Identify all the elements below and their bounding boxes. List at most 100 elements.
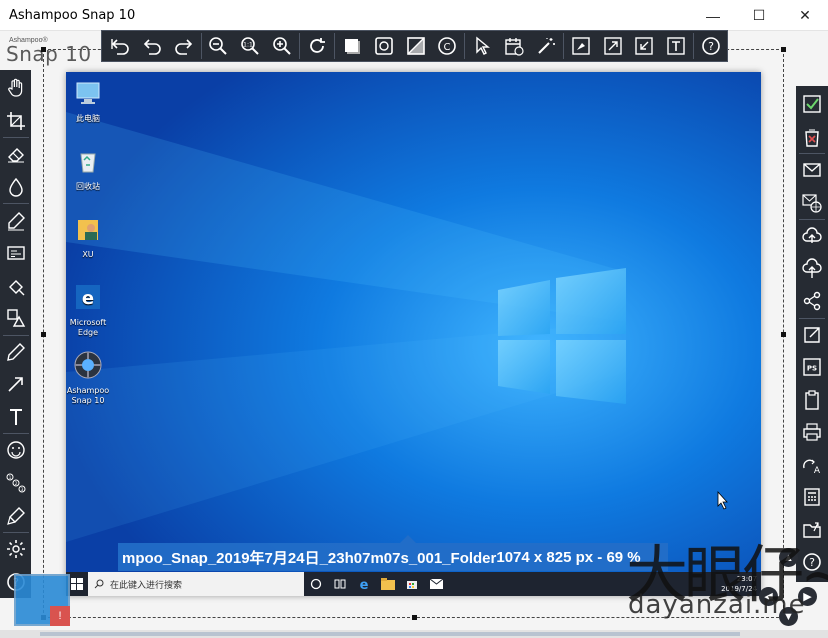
cortana-icon	[310, 578, 322, 590]
svg-text:PS: PS	[807, 365, 817, 373]
email-icon	[803, 163, 821, 177]
zoom-out-button[interactable]	[203, 31, 235, 61]
print-button[interactable]	[796, 416, 828, 449]
resize-handle-b[interactable]	[412, 615, 417, 620]
zoom-out-icon	[209, 37, 228, 55]
shadow-icon	[344, 39, 360, 54]
settings-button[interactable]	[0, 533, 31, 566]
calculator-icon	[804, 488, 820, 506]
crop-edge-button[interactable]	[400, 31, 432, 61]
cloud-upload-button[interactable]	[796, 220, 828, 253]
email-button[interactable]	[796, 154, 828, 187]
toolbar-separator	[333, 33, 335, 59]
crop-edge-icon	[406, 37, 425, 55]
zoom-actual-button[interactable]: 1:1	[234, 31, 266, 61]
taskbar-edge[interactable]: e	[352, 572, 376, 596]
desktop-icon-label: 回收站	[76, 182, 100, 191]
desktop-icon-recycle-bin[interactable]: 回收站	[66, 146, 112, 192]
desktop-icon-label: 此电脑	[76, 114, 100, 123]
toolbar-separator	[562, 33, 564, 59]
redo-button[interactable]	[168, 31, 200, 61]
delete-icon	[805, 129, 819, 147]
hand-tool-button[interactable]	[0, 72, 31, 105]
taskbar-explorer[interactable]	[376, 572, 400, 596]
rotate-button[interactable]	[301, 31, 333, 61]
taskbar-store[interactable]	[400, 572, 424, 596]
cloud-share-button[interactable]	[796, 253, 828, 286]
email-web-button[interactable]	[796, 187, 828, 220]
desktop-icon-edge[interactable]: e Microsoft Edge	[66, 282, 112, 338]
share-icon	[803, 292, 821, 311]
calculator-button[interactable]	[796, 481, 828, 514]
minimize-button[interactable]: —	[690, 0, 736, 31]
resize-handle-tr[interactable]	[781, 47, 786, 52]
watermark-button[interactable]: C	[431, 31, 463, 61]
highlight-region-button[interactable]	[565, 31, 597, 61]
shapes-tool-button[interactable]	[0, 302, 31, 335]
textbox-tool-button[interactable]	[0, 237, 31, 270]
desktop-icon-snap[interactable]: Ashampoo Snap 10	[66, 350, 112, 406]
save-check-icon	[803, 95, 821, 113]
border-button[interactable]	[368, 31, 400, 61]
eraser-tool-button[interactable]	[0, 138, 31, 171]
undo-button[interactable]	[136, 31, 168, 61]
ocr-button[interactable]: A	[796, 449, 828, 482]
numbering-tool-button[interactable]: 123	[0, 467, 31, 500]
taskbar-search-box[interactable]: 在此键入进行搜索	[88, 572, 304, 596]
toolbar-separator	[464, 33, 466, 59]
shrink-button[interactable]	[629, 31, 661, 61]
task-view-button-2[interactable]	[328, 572, 352, 596]
magic-wand-icon	[538, 38, 555, 54]
rotate-icon	[310, 38, 325, 53]
cloud-upload-icon	[802, 227, 822, 244]
resize-icon	[603, 37, 622, 55]
resize-handle-r[interactable]	[781, 332, 786, 337]
task-view-button[interactable]	[304, 572, 328, 596]
stamp-tool-button[interactable]	[0, 499, 31, 532]
export-icon	[804, 327, 820, 343]
save-button[interactable]	[796, 88, 828, 121]
top-toolbar: 1:1 C ?	[101, 30, 728, 62]
arrow-tool-button[interactable]	[0, 368, 31, 401]
zoom-in-button[interactable]	[266, 31, 298, 61]
screenshot-canvas[interactable]: 此电脑 回收站 XU e Microsoft Edge Ashampoo Sna…	[66, 72, 761, 596]
magic-wand-button[interactable]	[530, 31, 562, 61]
share-button[interactable]	[796, 285, 828, 318]
highlighter-tool-button[interactable]	[0, 204, 31, 237]
resize-handle-tl[interactable]	[41, 47, 46, 52]
toolbar-separator	[299, 33, 301, 59]
desktop-icon-this-pc[interactable]: 此电脑	[66, 78, 112, 124]
delete-button[interactable]	[796, 121, 828, 154]
text-tool-button[interactable]	[0, 401, 31, 434]
undo-all-button[interactable]	[104, 31, 136, 61]
emoji-tool-button[interactable]	[0, 434, 31, 467]
pencil-tool-button[interactable]	[0, 336, 31, 369]
timestamp-icon	[505, 38, 524, 56]
maximize-button[interactable]: ☐	[736, 0, 782, 31]
photoshop-button[interactable]: PS	[796, 351, 828, 384]
window-title: Ashampoo Snap 10	[9, 8, 136, 23]
close-button[interactable]: ✕	[782, 0, 828, 31]
help-icon: ?	[702, 37, 720, 55]
taskbar-mail[interactable]	[424, 572, 448, 596]
export-button[interactable]	[796, 319, 828, 352]
clipboard-button[interactable]	[796, 384, 828, 417]
crop-tool-button[interactable]	[0, 105, 31, 138]
resize-button[interactable]	[597, 31, 629, 61]
snap-app-icon	[74, 351, 102, 379]
svg-text:C: C	[444, 42, 451, 53]
file-info-bar: mpoo_Snap_2019年7月24日_23h07m07s_001_Folde…	[118, 543, 668, 571]
shadow-button[interactable]	[336, 31, 368, 61]
resize-handle-l[interactable]	[41, 332, 46, 337]
fill-tool-button[interactable]	[0, 269, 31, 302]
timestamp-button[interactable]	[498, 31, 530, 61]
app-window: Ashampoo Snap 10 — ☐ ✕ Ashampoo® Snap 10	[0, 0, 828, 638]
help-button[interactable]: ?	[695, 31, 727, 61]
blur-tool-button[interactable]	[0, 171, 31, 204]
horizontal-scrollbar-thumb[interactable]	[40, 632, 740, 636]
border-icon	[374, 37, 393, 55]
desktop-icon-user-folder[interactable]: XU	[66, 214, 112, 260]
watermark-url: dayanzai.me	[628, 590, 806, 620]
pointer-button[interactable]	[466, 31, 498, 61]
text-frame-button[interactable]	[660, 31, 692, 61]
